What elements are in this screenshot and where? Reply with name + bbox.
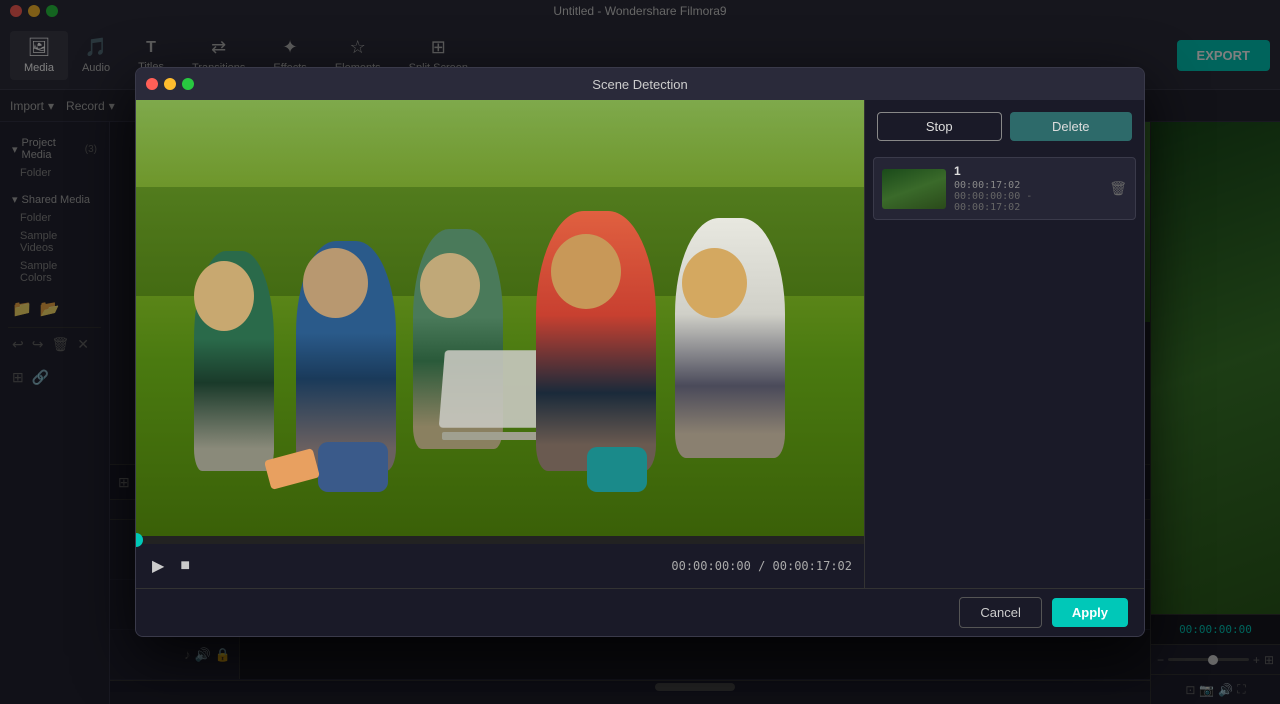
modal-maximize-button[interactable]	[182, 78, 194, 90]
stop-button-playback[interactable]: ■	[176, 553, 194, 579]
scene-duration: 00:00:17:02	[954, 180, 1101, 191]
scene-number: 1	[954, 164, 1101, 178]
scene-thumb-image	[882, 169, 946, 209]
modal-video-preview	[136, 100, 864, 536]
scene-delete-icon[interactable]: 🗑	[1109, 180, 1127, 197]
modal-scrubber[interactable]	[136, 536, 864, 544]
modal-video-area: ▶ ■ 00:00:00:00 / 00:00:17:02	[136, 100, 864, 588]
scene-detection-modal: Scene Detection	[135, 67, 1145, 637]
modal-minimize-button[interactable]	[164, 78, 176, 90]
scene-list: 1 00:00:17:02 00:00:00:00 - 00:00:17:02 …	[865, 153, 1144, 588]
delete-scene-button[interactable]: Delete	[1010, 112, 1133, 141]
scene-item[interactable]: 1 00:00:17:02 00:00:00:00 - 00:00:17:02 …	[873, 157, 1136, 220]
modal-footer: Cancel Apply	[136, 588, 1144, 636]
scene-thumbnail	[882, 169, 946, 209]
modal-body: ▶ ■ 00:00:00:00 / 00:00:17:02 Stop Delet…	[136, 100, 1144, 588]
modal-scene-panel: Stop Delete 1 00:00:17:02	[864, 100, 1144, 588]
scene-range: 00:00:00:00 - 00:00:17:02	[954, 191, 1101, 213]
time-counter: 00:00:00:00 / 00:00:17:02	[671, 559, 852, 573]
modal-window-controls[interactable]	[146, 78, 194, 90]
scene-range-text: 00:00:00:00 - 00:00:17:02	[954, 191, 1032, 213]
modal-close-button[interactable]	[146, 78, 158, 90]
play-button[interactable]: ▶	[148, 552, 168, 580]
stop-detection-button[interactable]: Stop	[877, 112, 1002, 141]
modal-titlebar: Scene Detection	[136, 68, 1144, 100]
scene-info: 1 00:00:17:02 00:00:00:00 - 00:00:17:02	[954, 164, 1101, 213]
apply-button[interactable]: Apply	[1052, 598, 1128, 627]
modal-overlay: Scene Detection	[0, 0, 1280, 704]
scene-panel-buttons: Stop Delete	[865, 100, 1144, 153]
modal-title: Scene Detection	[592, 77, 687, 92]
cancel-button[interactable]: Cancel	[959, 597, 1041, 628]
modal-playback-controls: ▶ ■ 00:00:00:00 / 00:00:17:02	[136, 544, 864, 588]
